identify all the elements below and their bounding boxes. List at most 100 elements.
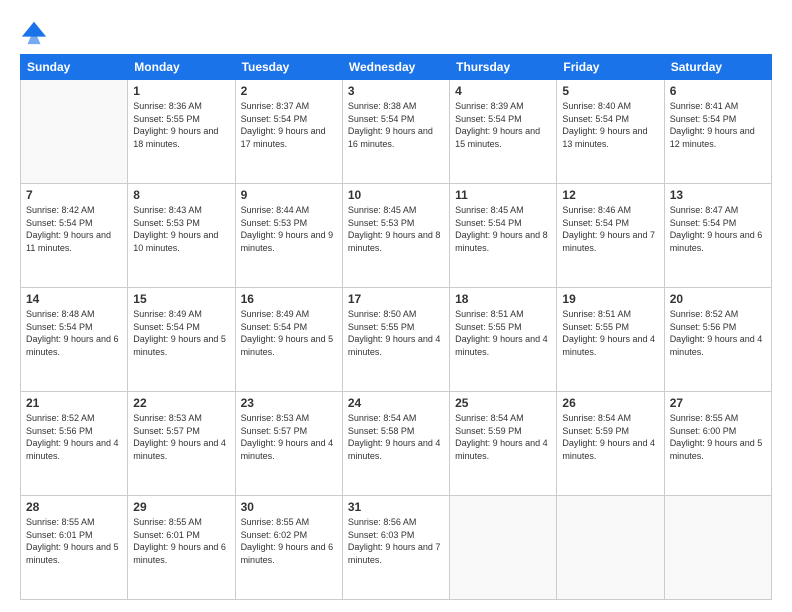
week-row-3: 21 Sunrise: 8:52 AMSunset: 5:56 PMDayligh… <box>21 392 772 496</box>
calendar-cell: 1 Sunrise: 8:36 AMSunset: 5:55 PMDaylight… <box>128 80 235 184</box>
day-number: 6 <box>670 84 766 98</box>
day-number: 15 <box>133 292 229 306</box>
day-info: Sunrise: 8:40 AMSunset: 5:54 PMDaylight:… <box>562 100 658 150</box>
column-header-friday: Friday <box>557 55 664 80</box>
column-header-saturday: Saturday <box>664 55 771 80</box>
day-number: 27 <box>670 396 766 410</box>
column-header-thursday: Thursday <box>450 55 557 80</box>
day-info: Sunrise: 8:42 AMSunset: 5:54 PMDaylight:… <box>26 204 122 254</box>
page: SundayMondayTuesdayWednesdayThursdayFrid… <box>0 0 792 612</box>
header-row: SundayMondayTuesdayWednesdayThursdayFrid… <box>21 55 772 80</box>
day-number: 12 <box>562 188 658 202</box>
calendar-cell: 20 Sunrise: 8:52 AMSunset: 5:56 PMDayligh… <box>664 288 771 392</box>
day-number: 13 <box>670 188 766 202</box>
day-info: Sunrise: 8:52 AMSunset: 5:56 PMDaylight:… <box>670 308 766 358</box>
day-info: Sunrise: 8:55 AMSunset: 6:01 PMDaylight:… <box>26 516 122 566</box>
column-header-tuesday: Tuesday <box>235 55 342 80</box>
day-info: Sunrise: 8:41 AMSunset: 5:54 PMDaylight:… <box>670 100 766 150</box>
day-number: 20 <box>670 292 766 306</box>
calendar-cell: 7 Sunrise: 8:42 AMSunset: 5:54 PMDaylight… <box>21 184 128 288</box>
day-number: 8 <box>133 188 229 202</box>
calendar-cell: 8 Sunrise: 8:43 AMSunset: 5:53 PMDaylight… <box>128 184 235 288</box>
calendar-cell: 9Sunrise: 8:44 AMSunset: 5:53 PMDaylight… <box>235 184 342 288</box>
day-info: Sunrise: 8:52 AMSunset: 5:56 PMDaylight:… <box>26 412 122 462</box>
day-number: 30 <box>241 500 337 514</box>
day-number: 18 <box>455 292 551 306</box>
day-number: 24 <box>348 396 444 410</box>
day-number: 19 <box>562 292 658 306</box>
day-number: 1 <box>133 84 229 98</box>
calendar-cell: 13 Sunrise: 8:47 AMSunset: 5:54 PMDayligh… <box>664 184 771 288</box>
day-info: Sunrise: 8:54 AMSunset: 5:59 PMDaylight:… <box>455 412 551 462</box>
day-number: 23 <box>241 396 337 410</box>
column-header-wednesday: Wednesday <box>342 55 449 80</box>
day-info: Sunrise: 8:53 AMSunset: 5:57 PMDaylight:… <box>241 412 337 462</box>
day-info: Sunrise: 8:47 AMSunset: 5:54 PMDaylight:… <box>670 204 766 254</box>
day-info: Sunrise: 8:51 AMSunset: 5:55 PMDaylight:… <box>562 308 658 358</box>
calendar-cell: 27 Sunrise: 8:55 AMSunset: 6:00 PMDayligh… <box>664 392 771 496</box>
calendar-cell: 3 Sunrise: 8:38 AMSunset: 5:54 PMDaylight… <box>342 80 449 184</box>
calendar-cell: 22Sunrise: 8:53 AMSunset: 5:57 PMDayligh… <box>128 392 235 496</box>
day-number: 5 <box>562 84 658 98</box>
calendar-header: SundayMondayTuesdayWednesdayThursdayFrid… <box>21 55 772 80</box>
calendar-cell: 12 Sunrise: 8:46 AMSunset: 5:54 PMDayligh… <box>557 184 664 288</box>
day-number: 10 <box>348 188 444 202</box>
day-info: Sunrise: 8:43 AMSunset: 5:53 PMDaylight:… <box>133 204 229 254</box>
day-info: Sunrise: 8:55 AMSunset: 6:02 PMDaylight:… <box>241 516 337 566</box>
day-number: 22 <box>133 396 229 410</box>
day-info: Sunrise: 8:50 AMSunset: 5:55 PMDaylight:… <box>348 308 444 358</box>
logo <box>20 18 52 46</box>
day-info: Sunrise: 8:54 AMSunset: 5:58 PMDaylight:… <box>348 412 444 462</box>
day-info: Sunrise: 8:49 AMSunset: 5:54 PMDaylight:… <box>133 308 229 358</box>
day-info: Sunrise: 8:48 AMSunset: 5:54 PMDaylight:… <box>26 308 122 358</box>
week-row-2: 14Sunrise: 8:48 AMSunset: 5:54 PMDayligh… <box>21 288 772 392</box>
calendar-cell <box>21 80 128 184</box>
calendar-cell: 14Sunrise: 8:48 AMSunset: 5:54 PMDayligh… <box>21 288 128 392</box>
day-number: 9 <box>241 188 337 202</box>
day-number: 3 <box>348 84 444 98</box>
day-info: Sunrise: 8:55 AMSunset: 6:01 PMDaylight:… <box>133 516 229 566</box>
calendar-cell: 6 Sunrise: 8:41 AMSunset: 5:54 PMDaylight… <box>664 80 771 184</box>
calendar-cell: 10 Sunrise: 8:45 AMSunset: 5:53 PMDayligh… <box>342 184 449 288</box>
calendar-cell: 26 Sunrise: 8:54 AMSunset: 5:59 PMDayligh… <box>557 392 664 496</box>
calendar-cell: 23 Sunrise: 8:53 AMSunset: 5:57 PMDayligh… <box>235 392 342 496</box>
column-header-monday: Monday <box>128 55 235 80</box>
day-info: Sunrise: 8:38 AMSunset: 5:54 PMDaylight:… <box>348 100 444 150</box>
calendar-cell: 21 Sunrise: 8:52 AMSunset: 5:56 PMDayligh… <box>21 392 128 496</box>
calendar-body: 1 Sunrise: 8:36 AMSunset: 5:55 PMDaylight… <box>21 80 772 600</box>
day-info: Sunrise: 8:45 AMSunset: 5:54 PMDaylight:… <box>455 204 551 254</box>
calendar-cell: 18 Sunrise: 8:51 AMSunset: 5:55 PMDayligh… <box>450 288 557 392</box>
logo-icon <box>20 18 48 46</box>
day-number: 28 <box>26 500 122 514</box>
day-number: 29 <box>133 500 229 514</box>
day-info: Sunrise: 8:49 AMSunset: 5:54 PMDaylight:… <box>241 308 337 358</box>
calendar-cell: 24 Sunrise: 8:54 AMSunset: 5:58 PMDayligh… <box>342 392 449 496</box>
day-info: Sunrise: 8:46 AMSunset: 5:54 PMDaylight:… <box>562 204 658 254</box>
calendar-cell: 17Sunrise: 8:50 AMSunset: 5:55 PMDayligh… <box>342 288 449 392</box>
day-number: 31 <box>348 500 444 514</box>
week-row-4: 28 Sunrise: 8:55 AMSunset: 6:01 PMDayligh… <box>21 496 772 600</box>
day-info: Sunrise: 8:56 AMSunset: 6:03 PMDaylight:… <box>348 516 444 566</box>
calendar-cell: 2 Sunrise: 8:37 AMSunset: 5:54 PMDaylight… <box>235 80 342 184</box>
header <box>20 18 772 46</box>
day-number: 16 <box>241 292 337 306</box>
week-row-0: 1 Sunrise: 8:36 AMSunset: 5:55 PMDaylight… <box>21 80 772 184</box>
day-number: 21 <box>26 396 122 410</box>
day-info: Sunrise: 8:45 AMSunset: 5:53 PMDaylight:… <box>348 204 444 254</box>
calendar-cell: 5 Sunrise: 8:40 AMSunset: 5:54 PMDaylight… <box>557 80 664 184</box>
day-info: Sunrise: 8:54 AMSunset: 5:59 PMDaylight:… <box>562 412 658 462</box>
calendar-cell: 28 Sunrise: 8:55 AMSunset: 6:01 PMDayligh… <box>21 496 128 600</box>
day-info: Sunrise: 8:37 AMSunset: 5:54 PMDaylight:… <box>241 100 337 150</box>
day-info: Sunrise: 8:55 AMSunset: 6:00 PMDaylight:… <box>670 412 766 462</box>
day-info: Sunrise: 8:36 AMSunset: 5:55 PMDaylight:… <box>133 100 229 150</box>
day-number: 26 <box>562 396 658 410</box>
day-number: 11 <box>455 188 551 202</box>
day-number: 4 <box>455 84 551 98</box>
day-number: 7 <box>26 188 122 202</box>
day-info: Sunrise: 8:51 AMSunset: 5:55 PMDaylight:… <box>455 308 551 358</box>
day-info: Sunrise: 8:39 AMSunset: 5:54 PMDaylight:… <box>455 100 551 150</box>
column-header-sunday: Sunday <box>21 55 128 80</box>
calendar-cell: 30 Sunrise: 8:55 AMSunset: 6:02 PMDayligh… <box>235 496 342 600</box>
calendar-cell <box>664 496 771 600</box>
day-number: 2 <box>241 84 337 98</box>
